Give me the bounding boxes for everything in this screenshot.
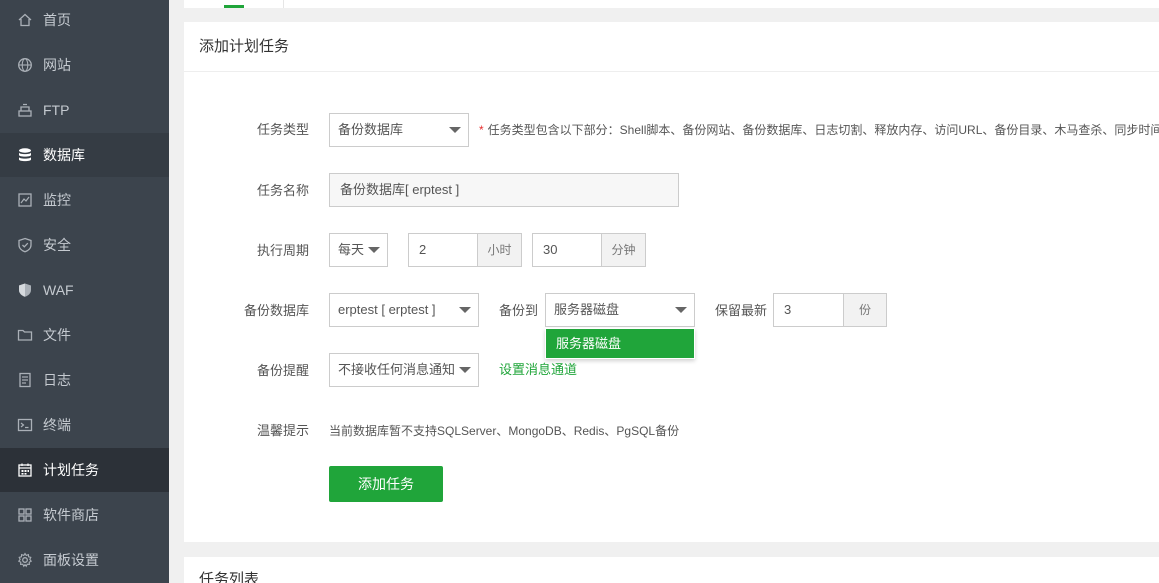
task-type-select[interactable]: 备份数据库 xyxy=(329,113,469,147)
hour-unit: 小时 xyxy=(477,233,522,267)
calendar-icon xyxy=(17,462,33,478)
active-tab-indicator[interactable] xyxy=(224,5,244,8)
terminal-icon xyxy=(17,417,33,433)
sidebar-item-label: WAF xyxy=(43,282,74,298)
database-icon xyxy=(17,147,33,163)
log-icon xyxy=(17,372,33,388)
notify-value: 不接收任何消息通知 xyxy=(338,362,456,377)
task-name-input[interactable]: 备份数据库[ erptest ] xyxy=(329,173,679,207)
notify-settings-link[interactable]: 设置消息通道 xyxy=(499,360,577,380)
tab-divider xyxy=(283,0,284,8)
dropdown-option-server-disk[interactable]: 服务器磁盘 xyxy=(546,329,694,358)
sidebar-item-waf[interactable]: WAF xyxy=(0,268,169,312)
required-star: * xyxy=(479,123,484,137)
task-list-title: 任务列表 xyxy=(199,571,260,583)
caret-down-icon xyxy=(459,367,471,373)
task-type-value: 备份数据库 xyxy=(338,122,404,137)
shield-icon xyxy=(17,237,33,253)
sidebar-item-monitor[interactable]: 监控 xyxy=(0,178,169,222)
sidebar-item-label: 终端 xyxy=(43,417,71,433)
sidebar-item-settings[interactable]: 面板设置 xyxy=(0,538,169,582)
sidebar-item-label: 数据库 xyxy=(43,147,85,163)
sidebar-item-terminal[interactable]: 终端 xyxy=(0,403,169,447)
sidebar-item-label: 日志 xyxy=(43,372,71,388)
caret-down-icon xyxy=(368,247,380,253)
card-divider xyxy=(184,71,1159,72)
task-name-label: 任务名称 xyxy=(256,183,309,198)
sidebar-item-label: 面板设置 xyxy=(43,552,99,568)
task-type-label: 任务类型 xyxy=(256,122,309,137)
sidebar-item-label: FTP xyxy=(43,102,70,118)
minute-unit: 分钟 xyxy=(601,233,646,267)
globe-icon xyxy=(17,57,33,73)
gear-icon xyxy=(17,552,33,568)
task-list-card: 任务列表 xyxy=(184,557,1159,583)
notify-select[interactable]: 不接收任何消息通知 xyxy=(329,353,479,387)
sidebar-item-label: 首页 xyxy=(43,12,71,28)
caret-down-icon xyxy=(449,127,461,133)
sidebar-item-ftp[interactable]: FTP xyxy=(0,88,169,132)
sidebar-item-security[interactable]: 安全 xyxy=(0,223,169,267)
task-type-hint: * 任务类型包含以下部分：Shell脚本、备份网站、备份数据库、日志切割、释放内存… xyxy=(479,120,1159,140)
waf-shield-icon xyxy=(17,282,33,298)
cycle-select[interactable]: 每天 xyxy=(329,233,388,267)
keep-unit: 份 xyxy=(843,293,887,327)
sidebar-item-logs[interactable]: 日志 xyxy=(0,358,169,402)
sidebar-item-database[interactable]: 数据库 xyxy=(0,133,169,177)
sidebar-item-label: 监控 xyxy=(43,192,71,208)
caret-down-icon xyxy=(459,307,471,313)
caret-down-icon xyxy=(675,307,687,313)
add-cron-card: 添加计划任务 xyxy=(184,22,1159,542)
backup-db-value: erptest [ erptest ] xyxy=(338,302,436,317)
backup-db-select[interactable]: erptest [ erptest ] xyxy=(329,293,479,327)
keep-label: 保留最新 xyxy=(715,303,768,318)
monitor-icon xyxy=(17,192,33,208)
notify-label: 备份提醒 xyxy=(256,363,309,378)
backup-to-label: 备份到 xyxy=(499,303,539,318)
folder-icon xyxy=(17,327,33,343)
sidebar-item-home[interactable]: 首页 xyxy=(0,0,169,42)
sidebar-item-files[interactable]: 文件 xyxy=(0,313,169,357)
sidebar-item-label: 安全 xyxy=(43,237,71,253)
task-type-hint-text: 任务类型包含以下部分：Shell脚本、备份网站、备份数据库、日志切割、释放内存、… xyxy=(487,123,1159,137)
tip-label: 温馨提示 xyxy=(256,423,309,438)
keep-input[interactable]: 3 xyxy=(773,293,844,327)
hour-input[interactable]: 2 xyxy=(408,233,478,267)
backup-to-select[interactable]: 服务器磁盘 xyxy=(545,293,695,327)
top-tabs-card xyxy=(184,0,1159,8)
sidebar-item-label: 软件商店 xyxy=(43,507,99,523)
sidebar-item-label: 文件 xyxy=(43,327,71,343)
sidebar-item-cron[interactable]: 计划任务 xyxy=(0,448,169,492)
ftp-icon xyxy=(17,102,33,118)
sidebar-item-label: 计划任务 xyxy=(43,462,99,478)
home-icon xyxy=(17,12,33,28)
sidebar-item-store[interactable]: 软件商店 xyxy=(0,493,169,537)
apps-grid-icon xyxy=(17,507,33,523)
add-task-button[interactable]: 添加任务 xyxy=(329,466,443,502)
sidebar-item-website[interactable]: 网站 xyxy=(0,43,169,87)
backup-db-label: 备份数据库 xyxy=(243,303,309,318)
backup-to-dropdown: 服务器磁盘 xyxy=(545,328,695,359)
cycle-label: 执行周期 xyxy=(256,243,309,258)
sidebar-item-label: 网站 xyxy=(43,57,71,73)
card-title: 添加计划任务 xyxy=(199,38,290,55)
backup-to-value: 服务器磁盘 xyxy=(554,302,620,317)
cycle-value: 每天 xyxy=(338,242,365,257)
minute-input[interactable]: 30 xyxy=(532,233,602,267)
sidebar: 首页 网站 FTP 数据库 监控 安全 WAF 文件 日志 终端 计划任务 软件… xyxy=(0,0,169,583)
tip-text: 当前数据库暂不支持SQLServer、MongoDB、Redis、PgSQL备份 xyxy=(329,424,680,438)
